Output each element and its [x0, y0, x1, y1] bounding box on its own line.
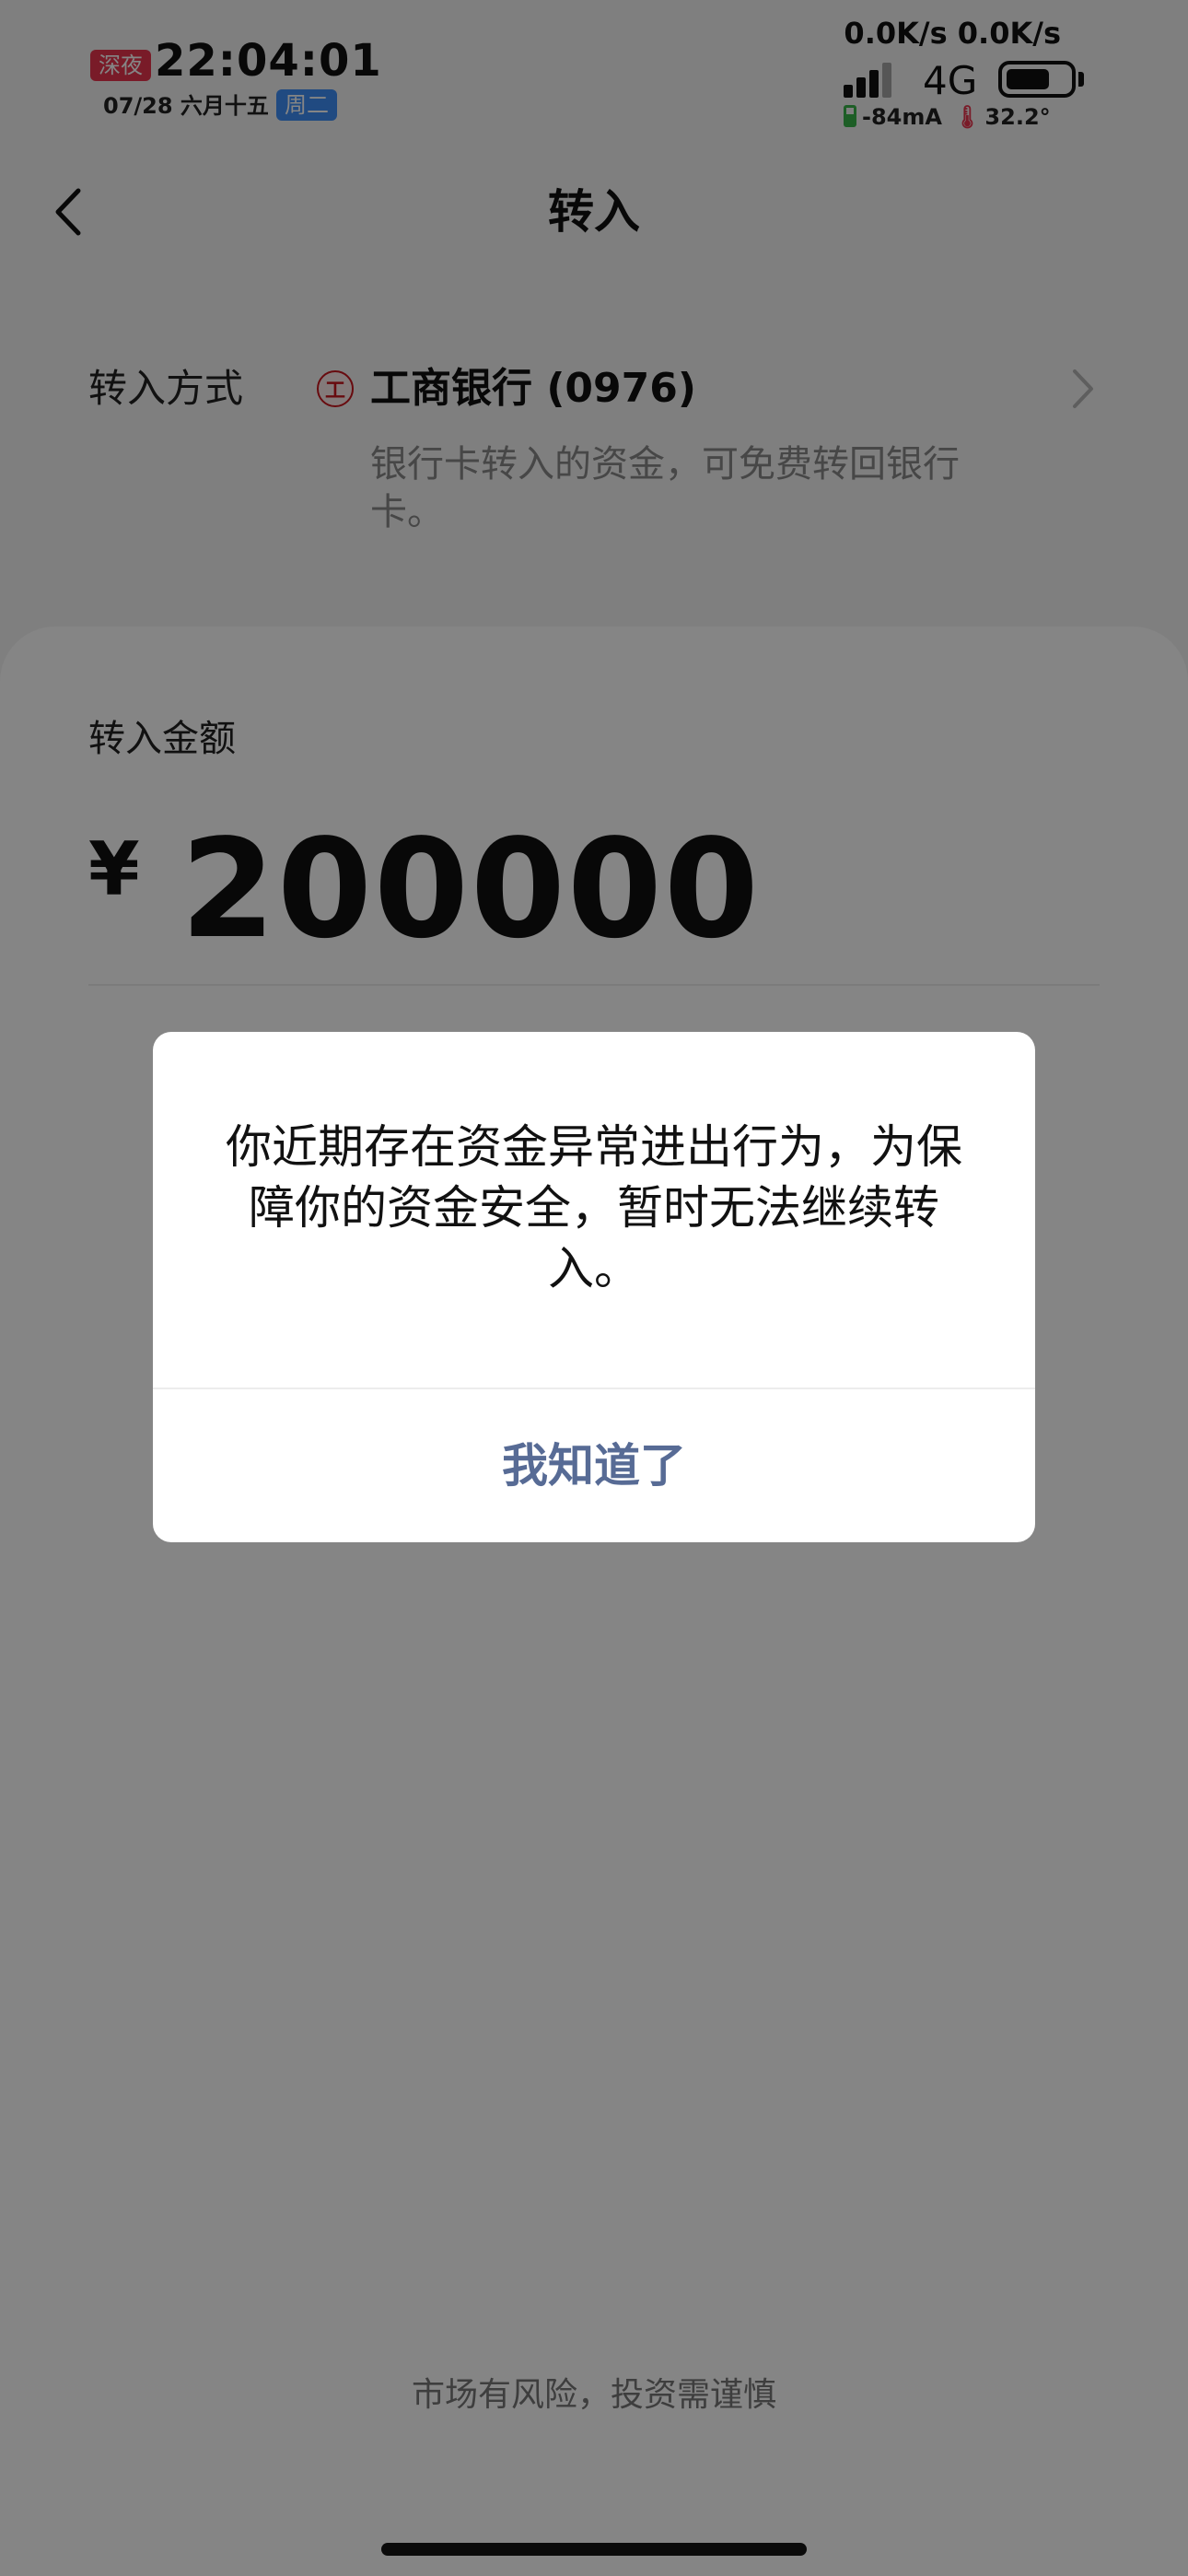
risk-alert-dialog: 你近期存在资金异常进出行为，为保障你的资金安全，暂时无法继续转入。 我知道了	[153, 1032, 1035, 1542]
home-indicator[interactable]	[381, 2543, 807, 2556]
acknowledge-button[interactable]: 我知道了	[153, 1389, 1035, 1542]
dialog-message: 你近期存在资金异常进出行为，为保障你的资金安全，暂时无法继续转入。	[226, 1120, 962, 1295]
